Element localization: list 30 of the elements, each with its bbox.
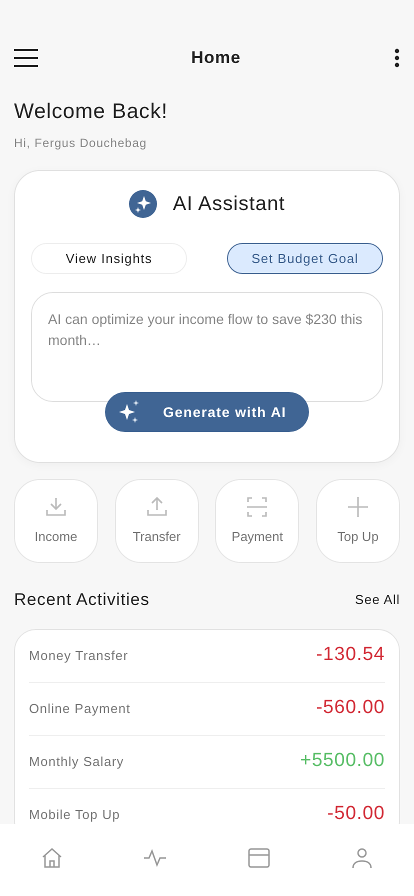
sparkle-icon xyxy=(128,190,157,218)
menu-icon[interactable] xyxy=(14,49,38,67)
transaction-name: Online Payment xyxy=(29,700,130,718)
transaction-amount: +5500.00 xyxy=(300,749,385,774)
assistant-title: AI Assistant xyxy=(172,192,286,216)
transaction-name: Mobile Top Up xyxy=(29,806,120,824)
see-all-link[interactable]: See All xyxy=(355,590,400,610)
transaction-amount: -50.00 xyxy=(327,802,385,824)
page-title: Home xyxy=(191,47,241,70)
prompt-field[interactable]: AI can optimize your income flow to save $230 this month… xyxy=(31,292,383,402)
plus-icon xyxy=(346,495,370,520)
profile-icon[interactable] xyxy=(350,846,374,870)
action-button[interactable]: Top Up xyxy=(316,479,400,563)
action-button[interactable]: Income xyxy=(14,479,98,563)
generate-button[interactable]: Generate with AI xyxy=(105,392,309,432)
more-options-icon[interactable] xyxy=(394,48,400,68)
greeting-text: Hi, Fergus Douchebag xyxy=(14,134,148,152)
card-icon[interactable] xyxy=(246,846,271,870)
option-button[interactable]: View Insights xyxy=(31,242,187,274)
transaction-name: Monthly Salary xyxy=(29,752,124,771)
home-icon[interactable] xyxy=(40,846,64,870)
scan-icon xyxy=(245,495,270,520)
section-title: Recent Activities xyxy=(14,589,150,611)
action-button[interactable]: Transfer xyxy=(114,479,199,563)
transaction-amount: -130.54 xyxy=(316,643,385,668)
transaction-name: Money Transfer xyxy=(29,646,128,665)
transaction-amount: -560.00 xyxy=(316,696,385,720)
option-button[interactable]: Set Budget Goal xyxy=(227,242,383,274)
action-button[interactable]: Payment xyxy=(215,479,300,563)
welcome-heading: Welcome Back! xyxy=(14,99,169,125)
